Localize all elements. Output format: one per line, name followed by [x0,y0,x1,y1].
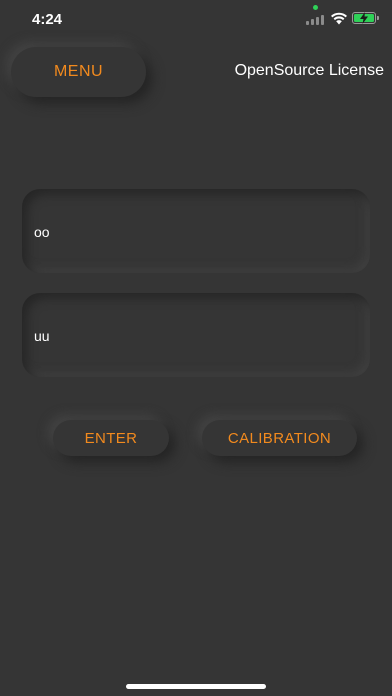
text-input-2[interactable] [32,293,356,379]
menu-button[interactable]: MENU [11,47,146,97]
home-indicator[interactable] [126,684,266,689]
opensource-license-link[interactable]: OpenSource License [212,62,384,80]
battery-charging-icon [352,12,376,24]
battery-cap [377,16,379,20]
wifi-icon [331,12,347,25]
camera-indicator-dot [313,5,318,10]
cellular-signal-icon [306,14,326,25]
text-field-2[interactable] [22,293,370,379]
enter-button[interactable]: ENTER [53,420,169,456]
status-time: 4:24 [32,11,63,28]
calibration-button[interactable]: CALIBRATION [202,420,357,456]
status-bar: 4:24 [0,0,392,40]
text-input-1[interactable] [32,189,356,275]
text-field-1[interactable] [22,189,370,275]
